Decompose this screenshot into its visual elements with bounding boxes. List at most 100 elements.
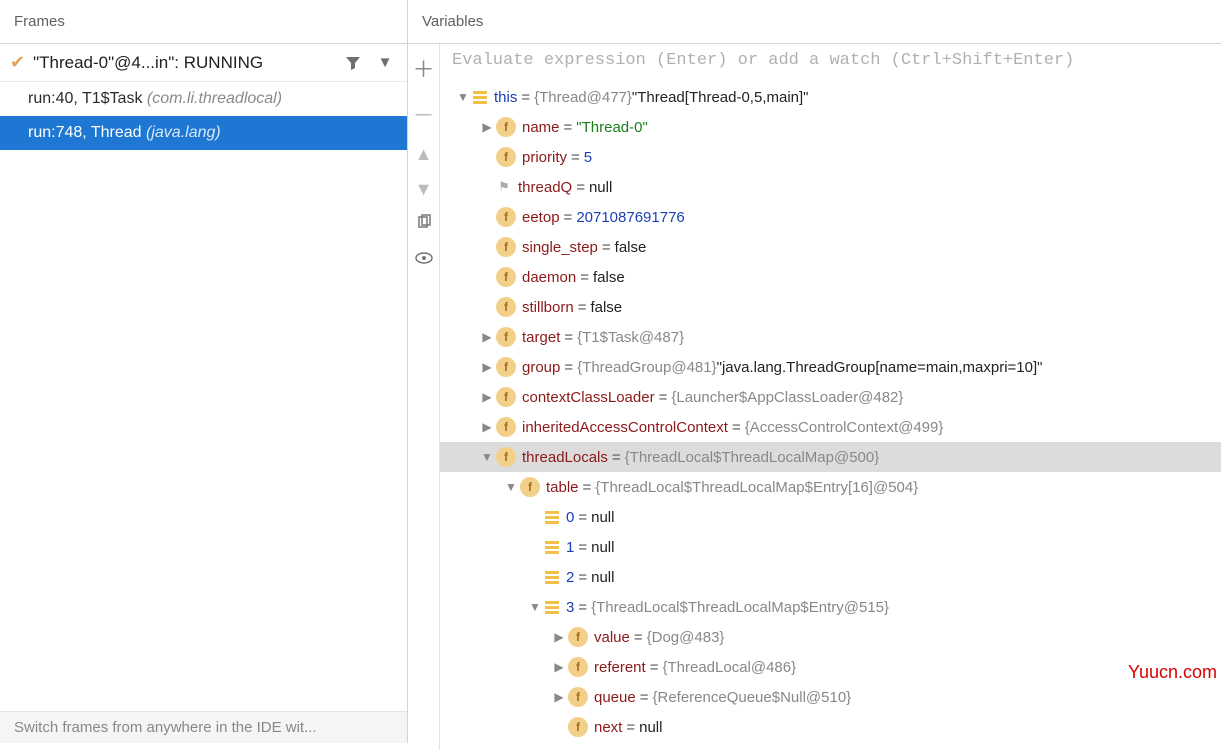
remove-watch-icon[interactable]: － (412, 98, 434, 130)
frame-package: (java.lang) (146, 124, 221, 141)
tree-row[interactable]: ▶freferent={ThreadLocal@486} (440, 652, 1221, 682)
field-icon: f (496, 117, 516, 137)
var-name: next (594, 719, 622, 736)
var-value: null (639, 719, 662, 736)
var-name: stillborn (522, 299, 574, 316)
tree-row[interactable]: ▶0=null (440, 502, 1221, 532)
evaluate-expression-input[interactable]: Evaluate expression (Enter) or add a wat… (440, 44, 1221, 78)
var-name: eetop (522, 209, 560, 226)
frames-header: Frames (0, 0, 407, 44)
field-icon: f (496, 387, 516, 407)
equals: = (659, 389, 668, 406)
add-watch-icon[interactable]: ＋ (412, 52, 434, 84)
field-icon: f (496, 447, 516, 467)
tree-row[interactable]: ▼this={Thread@477} "Thread[Thread-0,5,ma… (440, 82, 1221, 112)
var-name: threadQ (518, 179, 572, 196)
tree-row[interactable]: ▶1=null (440, 532, 1221, 562)
field-icon: f (496, 417, 516, 437)
equals: = (602, 239, 611, 256)
tree-row[interactable]: ▼ftable={ThreadLocal$ThreadLocalMap$Entr… (440, 472, 1221, 502)
var-value: {ThreadLocal$ThreadLocalMap$Entry@515} (591, 599, 889, 616)
var-name: 1 (566, 539, 574, 556)
dropdown-icon[interactable]: ▼ (373, 51, 397, 75)
var-name: referent (594, 659, 646, 676)
expand-arrow-icon[interactable]: ▼ (454, 90, 472, 104)
variables-panel: Variables ＋ － ▲ ▼ Evaluate expression (E… (408, 0, 1221, 743)
move-up-icon[interactable]: ▲ (415, 144, 433, 165)
filter-icon[interactable] (341, 51, 365, 75)
var-name: 3 (566, 599, 574, 616)
tree-row[interactable]: ▶fnext=null (440, 712, 1221, 742)
tree-row[interactable]: ▶fdaemon=false (440, 262, 1221, 292)
frame-row[interactable]: run:40, T1$Task (com.li.threadlocal) (0, 82, 407, 116)
tree-row[interactable]: ▶fname="Thread-0" (440, 112, 1221, 142)
equals: = (521, 89, 530, 106)
expand-arrow-icon[interactable]: ▼ (526, 600, 544, 614)
expand-arrow-icon[interactable]: ▶ (478, 360, 496, 374)
equals: = (564, 329, 573, 346)
var-tostring: "java.lang.ThreadGroup[name=main,maxpri=… (717, 359, 1043, 376)
object-icon (544, 601, 560, 614)
var-value: false (593, 269, 625, 286)
tree-row[interactable]: ▶2=null (440, 562, 1221, 592)
tree-row[interactable]: ▼ 3={ThreadLocal$ThreadLocalMap$Entry@515… (440, 592, 1221, 622)
tree-row[interactable]: ▶⚑threadQ=null (440, 172, 1221, 202)
var-value: {ThreadLocal@486} (662, 659, 796, 676)
object-icon (472, 91, 488, 104)
copy-icon[interactable] (416, 214, 432, 235)
var-value: null (591, 569, 614, 586)
equals: = (578, 299, 587, 316)
tree-row[interactable]: ▶fvalue={Dog@483} (440, 622, 1221, 652)
var-value: {Dog@483} (647, 629, 725, 646)
expand-arrow-icon[interactable]: ▶ (478, 390, 496, 404)
show-watches-icon[interactable] (415, 249, 433, 270)
tree-row[interactable]: ▶feetop=2071087691776 (440, 202, 1221, 232)
equals: = (650, 659, 659, 676)
var-value: false (615, 239, 647, 256)
expand-arrow-icon[interactable]: ▶ (478, 120, 496, 134)
var-value: 2071087691776 (576, 209, 684, 226)
var-value: {AccessControlContext@499} (745, 419, 944, 436)
tree-row[interactable]: ▶fqueue={ReferenceQueue$Null@510} (440, 682, 1221, 712)
equals: = (580, 269, 589, 286)
variables-tree: ▼this={Thread@477} "Thread[Thread-0,5,ma… (440, 78, 1221, 750)
var-value: 5 (584, 149, 592, 166)
expand-arrow-icon[interactable]: ▶ (550, 690, 568, 704)
watermark: Yuucn.com (1128, 662, 1217, 683)
var-value: {ThreadGroup@481} (577, 359, 717, 376)
frame-row[interactable]: run:748, Thread (java.lang) (0, 116, 407, 150)
thread-name[interactable]: "Thread-0"@4...in": RUNNING (33, 53, 333, 73)
var-value: {ThreadLocal$ThreadLocalMap$Entry[16]@50… (595, 479, 918, 496)
tree-row[interactable]: ▶fsingle_step=false (440, 232, 1221, 262)
thread-selector-row: ✔ "Thread-0"@4...in": RUNNING ▼ (0, 44, 407, 82)
expand-arrow-icon[interactable]: ▶ (550, 630, 568, 644)
move-down-icon[interactable]: ▼ (415, 179, 433, 200)
field-icon: f (568, 717, 588, 737)
var-name: daemon (522, 269, 576, 286)
field-icon: f (520, 477, 540, 497)
tree-row[interactable]: ▶fstillborn=false (440, 292, 1221, 322)
expand-arrow-icon[interactable]: ▶ (478, 330, 496, 344)
frame-location: run:40, T1$Task (28, 90, 147, 107)
var-tostring: "Thread[Thread-0,5,main]" (632, 89, 809, 106)
tree-row[interactable]: ▶fpriority=5 (440, 142, 1221, 172)
tree-row[interactable]: ▶finheritedAccessControlContext={AccessC… (440, 412, 1221, 442)
frames-panel: Frames ✔ "Thread-0"@4...in": RUNNING ▼ r… (0, 0, 408, 743)
object-icon (544, 511, 560, 524)
equals: = (578, 599, 587, 616)
var-name: queue (594, 689, 636, 706)
var-value: {Thread@477} (534, 89, 632, 106)
tree-row[interactable]: ▶fcontextClassLoader={Launcher$AppClassL… (440, 382, 1221, 412)
equals: = (626, 719, 635, 736)
expand-arrow-icon[interactable]: ▶ (478, 420, 496, 434)
frame-package: (com.li.threadlocal) (147, 90, 282, 107)
expand-arrow-icon[interactable]: ▼ (502, 480, 520, 494)
tree-row[interactable]: ▶fgroup={ThreadGroup@481} "java.lang.Thr… (440, 352, 1221, 382)
var-name: threadLocals (522, 449, 608, 466)
expand-arrow-icon[interactable]: ▼ (478, 450, 496, 464)
tree-row[interactable]: ▶ftarget={T1$Task@487} (440, 322, 1221, 352)
tree-row[interactable]: ▼fthreadLocals={ThreadLocal$ThreadLocalM… (440, 442, 1221, 472)
equals: = (564, 119, 573, 136)
var-value: {ReferenceQueue$Null@510} (652, 689, 851, 706)
expand-arrow-icon[interactable]: ▶ (550, 660, 568, 674)
